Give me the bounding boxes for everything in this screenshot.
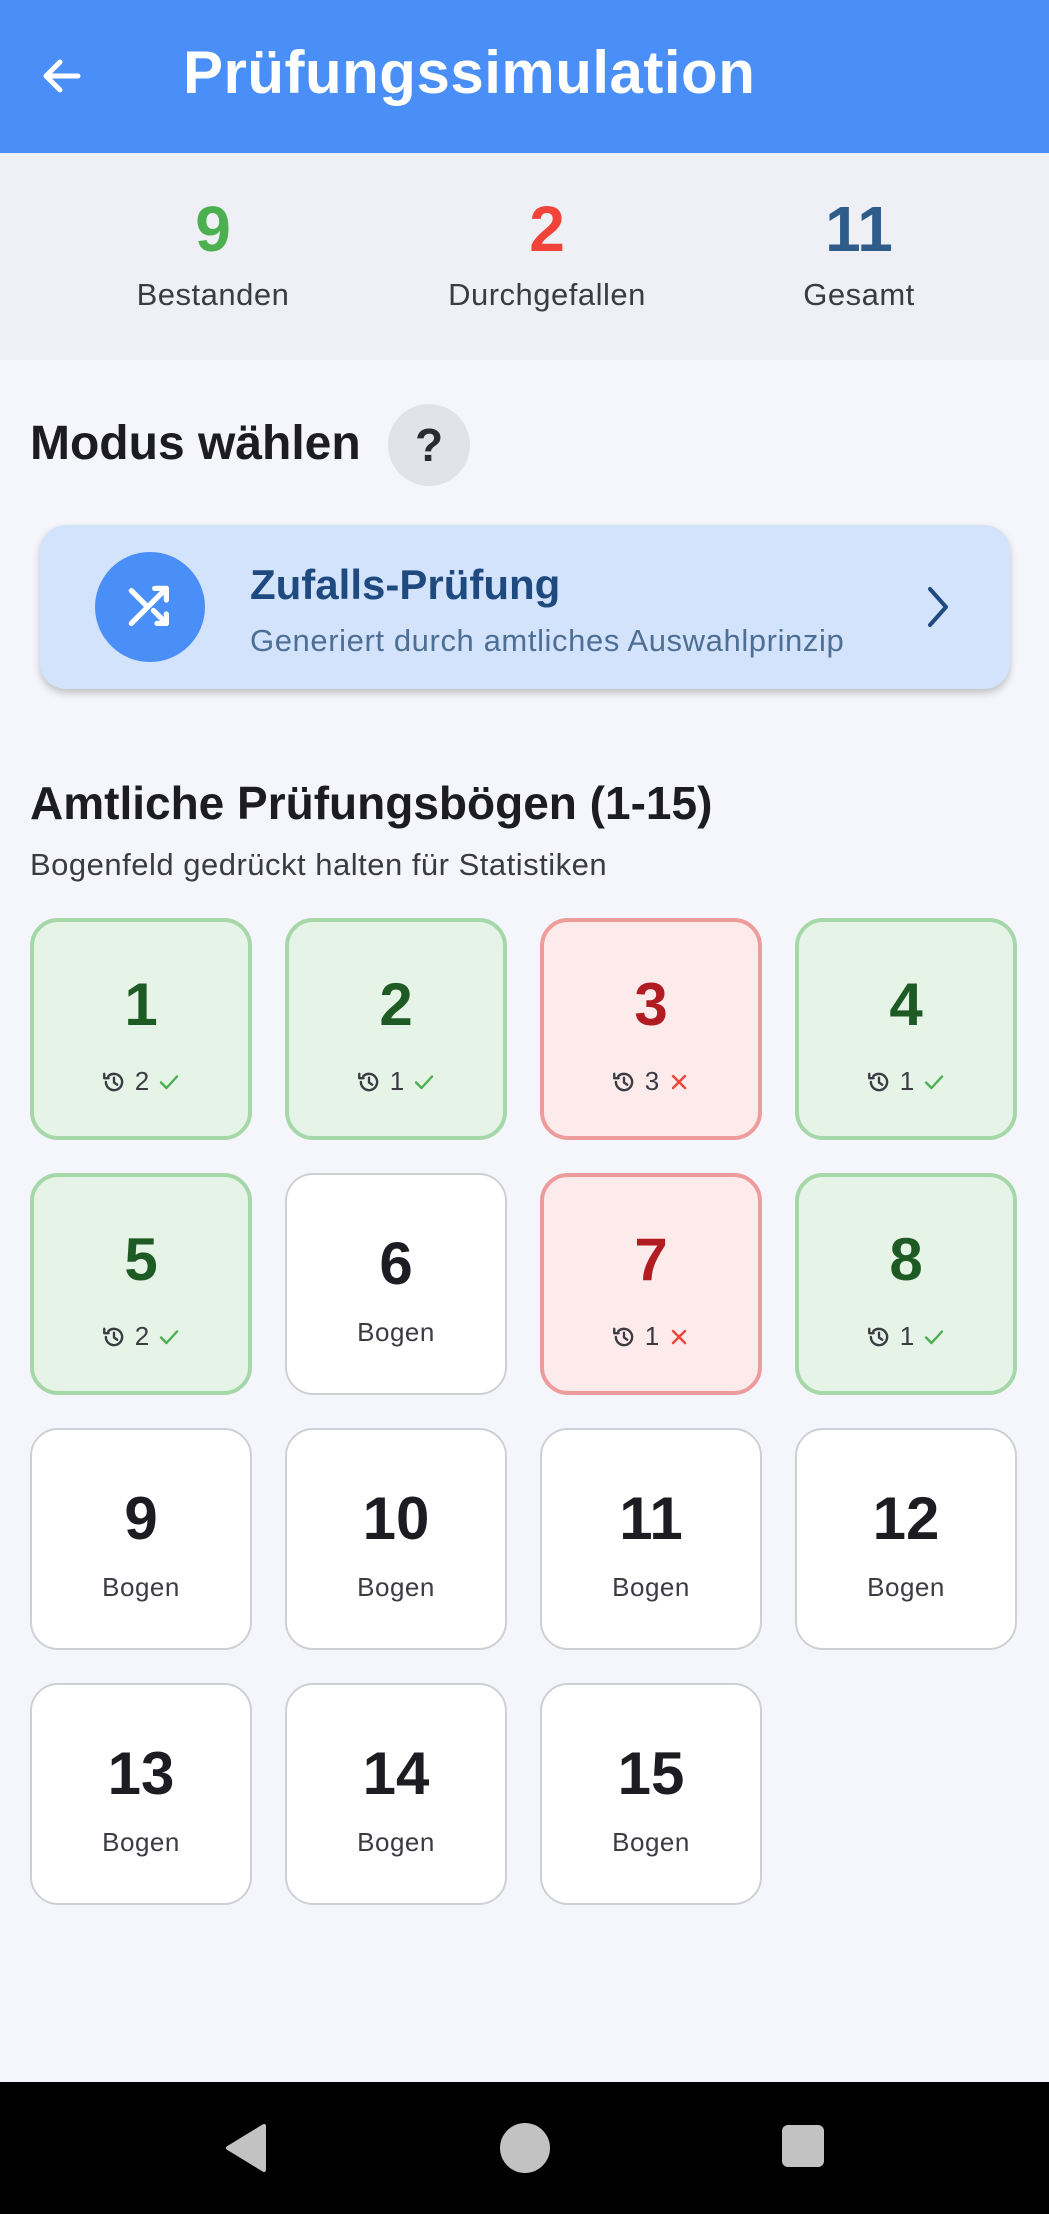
sheet-tile-11[interactable]: 11 Bogen (540, 1428, 762, 1650)
sheet-label: Bogen (357, 1317, 435, 1347)
stat-failed: 2 Durchgefallen (397, 193, 697, 313)
attempt-count: 1 (899, 1321, 915, 1351)
random-exam-title: Zufalls-Prüfung (250, 561, 561, 608)
sheet-tile-14[interactable]: 14 Bogen (285, 1683, 507, 1905)
sheet-label: Bogen (102, 1827, 180, 1857)
sheet-number: 10 (362, 1485, 430, 1552)
sheet-number: 7 (634, 1226, 668, 1293)
sheet-number: 14 (362, 1740, 430, 1807)
app-bar: Prüfungssimulation (0, 0, 1049, 153)
sheet-label: Bogen (357, 1827, 435, 1857)
sheet-attempts: 1 (544, 1321, 758, 1352)
sheet-number: 12 (872, 1485, 940, 1552)
sheet-attempts: 1 (799, 1321, 1013, 1352)
sheets-title: Amtliche Prüfungsbögen (1-15) (30, 777, 713, 829)
shuffle-icon (128, 585, 169, 626)
sheet-attempts: 3 (544, 1066, 758, 1097)
sheet-tile-10[interactable]: 10 Bogen (285, 1428, 507, 1650)
stat-passed: 9 Bestanden (63, 193, 363, 313)
sheet-tile-8[interactable]: 81 (795, 1173, 1017, 1395)
nav-back-icon[interactable] (222, 2122, 268, 2174)
history-icon (867, 1327, 889, 1346)
sheet-attempts: 2 (34, 1321, 248, 1352)
sheet-label: Bogen (102, 1572, 180, 1602)
sheet-tile-1[interactable]: 12 (30, 918, 252, 1140)
sheet-number: 4 (889, 971, 923, 1038)
system-nav-bar (0, 2082, 1049, 2214)
check-icon (925, 1329, 944, 1344)
attempt-count: 3 (644, 1066, 660, 1096)
sheet-tile-6[interactable]: 6 Bogen (285, 1173, 507, 1395)
sheet-number: 6 (379, 1230, 413, 1297)
nav-recent-icon[interactable] (782, 2125, 824, 2167)
sheet-tile-9[interactable]: 9 Bogen (30, 1428, 252, 1650)
sheet-number: 1 (124, 971, 158, 1038)
sheet-number: 15 (617, 1740, 685, 1807)
page-title: Prüfungssimulation (183, 39, 756, 106)
sheet-label: Bogen (612, 1572, 690, 1602)
stats-panel: 9 Bestanden 2 Durchgefallen 11 Gesamt (0, 153, 1049, 360)
sheet-label: Bogen (867, 1572, 945, 1602)
attempt-count: 1 (899, 1066, 915, 1096)
mode-title: Modus wählen (30, 417, 361, 470)
sheet-number: 13 (107, 1740, 175, 1807)
cross-icon (672, 1329, 687, 1344)
check-icon (415, 1074, 434, 1089)
random-exam-card[interactable]: Zufalls-Prüfung Generiert durch amtliche… (40, 525, 1010, 689)
sheet-tile-7[interactable]: 71 (540, 1173, 762, 1395)
attempt-count: 1 (644, 1321, 660, 1351)
random-exam-subtitle: Generiert durch amtliches Auswahlprinzip (250, 623, 845, 658)
sheet-number: 3 (634, 971, 668, 1038)
history-icon (102, 1072, 124, 1091)
sheet-attempts: 1 (799, 1066, 1013, 1097)
history-icon (102, 1327, 124, 1346)
sheet-tile-13[interactable]: 13 Bogen (30, 1683, 252, 1905)
sheet-number: 8 (889, 1226, 923, 1293)
history-icon (867, 1072, 889, 1091)
sheet-attempts: 2 (34, 1066, 248, 1097)
attempt-count: 2 (134, 1321, 150, 1351)
history-icon (612, 1072, 634, 1091)
help-button[interactable]: ? (388, 404, 470, 486)
sheet-number: 2 (379, 971, 413, 1038)
sheet-number: 5 (124, 1226, 158, 1293)
sheet-label: Bogen (612, 1827, 690, 1857)
sheet-tile-15[interactable]: 15 Bogen (540, 1683, 762, 1905)
stat-total-label: Gesamt (803, 277, 915, 312)
nav-home-icon[interactable] (500, 2123, 550, 2173)
sheet-tile-2[interactable]: 21 (285, 918, 507, 1140)
stat-passed-label: Bestanden (136, 277, 290, 312)
sheet-label: Bogen (357, 1572, 435, 1602)
sheet-attempts: 1 (289, 1066, 503, 1097)
check-icon (925, 1074, 944, 1089)
stat-failed-value: 2 (529, 193, 565, 265)
history-icon (357, 1072, 379, 1091)
check-icon (160, 1329, 179, 1344)
sheets-hint: Bogenfeld gedrückt halten für Statistike… (30, 847, 608, 882)
arrow-left-icon (43, 59, 81, 93)
check-icon (160, 1074, 179, 1089)
chevron-right-icon (928, 587, 948, 627)
sheet-number: 9 (124, 1485, 158, 1552)
attempt-count: 1 (389, 1066, 405, 1096)
stat-total-value: 11 (825, 193, 893, 265)
random-exam-icon-badge (95, 552, 205, 662)
stat-passed-value: 9 (195, 193, 231, 265)
sheet-tile-3[interactable]: 33 (540, 918, 762, 1140)
stat-total: 11 Gesamt (709, 193, 1009, 313)
attempt-count: 2 (134, 1066, 150, 1096)
back-button[interactable] (30, 41, 94, 111)
stat-failed-label: Durchgefallen (448, 277, 646, 312)
sheet-tile-5[interactable]: 52 (30, 1173, 252, 1395)
sheet-number: 11 (619, 1485, 683, 1552)
history-icon (612, 1327, 634, 1346)
sheet-tile-4[interactable]: 41 (795, 918, 1017, 1140)
cross-icon (672, 1074, 687, 1089)
sheet-tile-12[interactable]: 12 Bogen (795, 1428, 1017, 1650)
